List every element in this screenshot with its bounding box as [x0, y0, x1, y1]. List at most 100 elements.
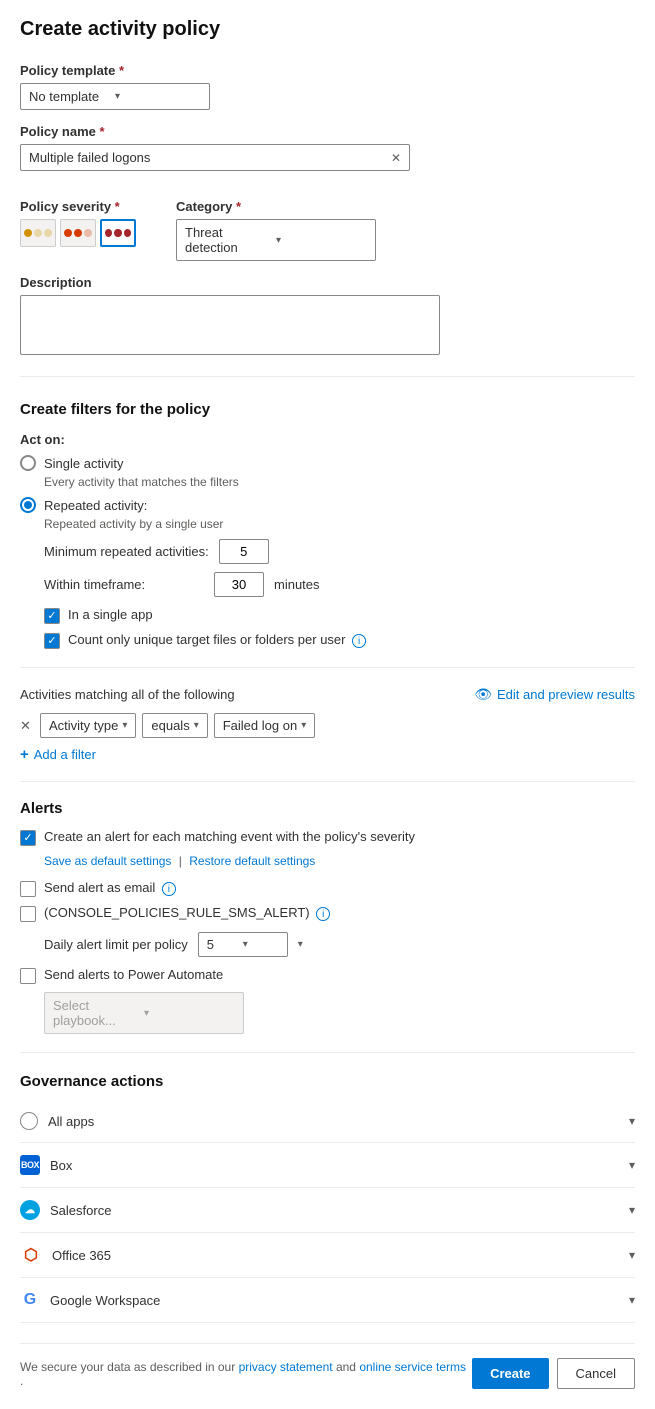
gov-row-google[interactable]: G Google Workspace ▾: [20, 1278, 635, 1323]
policy-name-input[interactable]: [29, 150, 391, 165]
filter-remove-icon[interactable]: ✕: [20, 718, 34, 734]
single-activity-label: Single activity: [44, 456, 123, 471]
severity-high-button[interactable]: [100, 219, 136, 247]
policy-name-field[interactable]: ✕: [20, 144, 410, 171]
failed-logon-label: Failed log on: [223, 718, 297, 733]
repeated-activity-desc: Repeated activity by a single user: [44, 517, 635, 531]
sms-checkbox-row[interactable]: (CONSOLE_POLICIES_RULE_SMS_ALERT) i: [20, 905, 635, 922]
daily-limit-dropdown[interactable]: 5 ▾: [198, 932, 288, 957]
policy-template-label: Policy template *: [20, 63, 635, 78]
save-default-link[interactable]: Save as default settings: [44, 854, 171, 868]
high-dot2: [114, 229, 121, 237]
service-terms-link[interactable]: online service terms: [359, 1360, 466, 1374]
severity-low-button[interactable]: [20, 219, 56, 247]
alert-links: Save as default settings | Restore defau…: [44, 854, 635, 868]
high-dot3: [124, 229, 131, 237]
governance-title: Governance actions: [20, 1073, 635, 1090]
gov-row-salesforce[interactable]: ☁ Salesforce ▾: [20, 1188, 635, 1233]
med-dot3: [84, 229, 92, 237]
min-repeated-input[interactable]: [219, 539, 269, 564]
policy-template-dropdown[interactable]: No template ▾: [20, 83, 210, 110]
unique-target-label: Count only unique target files or folder…: [68, 632, 346, 647]
activity-type-chevron-icon: ▾: [122, 720, 127, 731]
repeated-activity-label: Repeated activity:: [44, 498, 147, 513]
description-textarea[interactable]: [20, 295, 440, 355]
power-automate-checkbox-row[interactable]: Send alerts to Power Automate: [20, 967, 635, 984]
salesforce-chevron-icon: ▾: [629, 1203, 635, 1217]
within-timeframe-label: Within timeframe:: [44, 577, 204, 592]
google-label: Google Workspace: [50, 1293, 160, 1308]
google-icon: G: [20, 1290, 40, 1310]
gov-row-all-apps[interactable]: All apps ▾: [20, 1100, 635, 1143]
med-dot: [64, 229, 72, 237]
within-timeframe-input[interactable]: [214, 572, 264, 597]
google-chevron-icon: ▾: [629, 1293, 635, 1307]
edit-preview-button[interactable]: 👁 Edit and preview results: [474, 686, 635, 703]
repeated-activity-radio[interactable]: Repeated activity:: [20, 497, 635, 513]
add-filter-label: Add a filter: [34, 747, 96, 762]
filter-row: ✕ Activity type ▾ equals ▾ Failed log on…: [20, 713, 635, 738]
office365-icon: ⬡: [20, 1245, 42, 1265]
office365-label: Office 365: [52, 1248, 111, 1263]
email-info-icon[interactable]: i: [162, 882, 176, 896]
send-email-checkbox[interactable]: [20, 881, 36, 897]
category-label: Category *: [176, 199, 376, 214]
unique-target-checkbox[interactable]: ✓: [44, 633, 60, 649]
page-title: Create activity policy: [20, 18, 635, 41]
footer: We secure your data as described in our …: [20, 1343, 635, 1389]
single-app-label: In a single app: [68, 607, 153, 622]
min-repeated-label: Minimum repeated activities:: [44, 544, 209, 559]
edit-preview-label: Edit and preview results: [497, 687, 635, 702]
send-email-checkbox-row[interactable]: Send alert as email i: [20, 880, 635, 897]
playbook-dropdown[interactable]: Select playbook... ▾: [44, 992, 244, 1034]
eye-icon: 👁: [474, 686, 492, 703]
gov-row-office365[interactable]: ⬡ Office 365 ▾: [20, 1233, 635, 1278]
activity-type-filter[interactable]: Activity type ▾: [40, 713, 136, 738]
footer-text: We secure your data as described in our …: [20, 1360, 472, 1388]
gov-row-box[interactable]: BOX Box ▾: [20, 1143, 635, 1188]
equals-filter[interactable]: equals ▾: [142, 713, 207, 738]
filter-header: Activities matching all of the following…: [20, 686, 635, 703]
repeated-activity-radio-circle: [20, 497, 36, 513]
send-email-label: Send alert as email i: [44, 880, 176, 896]
restore-default-link[interactable]: Restore default settings: [189, 854, 315, 868]
category-chevron-icon: ▾: [276, 235, 367, 246]
low-dot3: [44, 229, 52, 237]
equals-chevron-icon: ▾: [194, 720, 199, 731]
severity-buttons: [20, 219, 136, 247]
failed-logon-filter[interactable]: Failed log on ▾: [214, 713, 315, 738]
act-on-label: Act on:: [20, 432, 635, 447]
salesforce-icon: ☁: [20, 1200, 40, 1220]
create-button[interactable]: Create: [472, 1358, 548, 1389]
category-dropdown[interactable]: Threat detection ▾: [176, 219, 376, 261]
single-app-checkbox[interactable]: ✓: [44, 608, 60, 624]
daily-alert-row: Daily alert limit per policy 5 ▾ ▾: [44, 932, 635, 957]
unique-target-checkbox-row[interactable]: ✓ Count only unique target files or fold…: [44, 632, 635, 649]
single-activity-radio[interactable]: Single activity: [20, 455, 635, 471]
box-icon: BOX: [20, 1155, 40, 1175]
office365-chevron-icon: ▾: [629, 1248, 635, 1262]
daily-chevron-icon: ▾: [243, 939, 279, 950]
clear-icon[interactable]: ✕: [391, 151, 401, 165]
daily-chevron-icon2: ▾: [298, 939, 303, 950]
all-apps-chevron-icon: ▾: [629, 1114, 635, 1128]
add-filter-button[interactable]: + Add a filter: [20, 746, 635, 763]
main-alert-checkbox-row[interactable]: ✓ Create an alert for each matching even…: [20, 829, 635, 846]
failed-logon-chevron-icon: ▾: [301, 720, 306, 731]
cancel-button[interactable]: Cancel: [557, 1358, 635, 1389]
main-alert-checkbox[interactable]: ✓: [20, 830, 36, 846]
high-dot: [105, 229, 112, 237]
unique-target-info-icon[interactable]: i: [352, 634, 366, 648]
plus-icon: +: [20, 746, 29, 763]
power-automate-label: Send alerts to Power Automate: [44, 967, 223, 982]
sms-checkbox[interactable]: [20, 906, 36, 922]
privacy-statement-link[interactable]: privacy statement: [239, 1360, 333, 1374]
chevron-down-icon: ▾: [115, 91, 201, 102]
playbook-chevron-icon: ▾: [144, 1008, 235, 1019]
power-automate-checkbox[interactable]: [20, 968, 36, 984]
filters-section-title: Create filters for the policy: [20, 401, 635, 418]
severity-medium-button[interactable]: [60, 219, 96, 247]
single-app-checkbox-row[interactable]: ✓ In a single app: [44, 607, 635, 624]
low-dot: [24, 229, 32, 237]
sms-info-icon[interactable]: i: [316, 907, 330, 921]
